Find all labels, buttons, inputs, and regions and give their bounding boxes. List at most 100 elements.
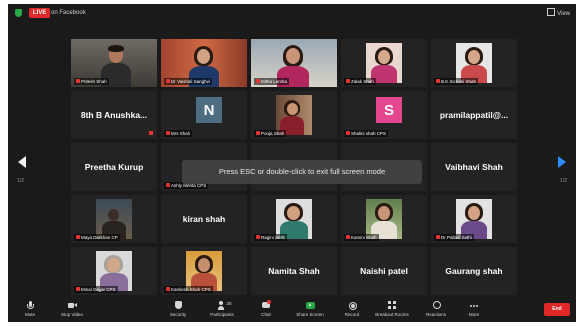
muted-mic-icon <box>346 79 350 83</box>
more-dots-icon <box>469 301 479 310</box>
muted-mic-icon <box>76 287 80 291</box>
participant-name: Dr Pallavi Sethi <box>434 234 474 241</box>
participant-tile[interactable]: B.K.Sichani Shah <box>431 39 517 87</box>
muted-mic-icon <box>436 235 440 239</box>
video-feed <box>366 43 402 83</box>
muted-mic-icon <box>256 131 260 135</box>
participant-name: Naishi patel <box>360 266 408 276</box>
participant-tile[interactable]: 8th B Anushka... <box>71 91 157 139</box>
muted-mic-icon <box>256 235 260 239</box>
meeting-toolbar: Mute Stop Video Security 28 Participants <box>8 298 576 322</box>
participant-tile[interactable]: Dr Pallavi Sethi <box>431 195 517 243</box>
fullscreen-toast: Press ESC or double-click to exit full s… <box>182 160 422 184</box>
participant-name: 8th B Anushka... <box>80 110 148 120</box>
video-feed <box>456 199 492 239</box>
muted-mic-icon <box>436 79 440 83</box>
participant-name: Kamini Shah <box>344 234 379 241</box>
record-icon <box>348 301 357 310</box>
participant-name: Shalini shah CPS <box>344 130 389 137</box>
share-screen-icon <box>305 301 315 310</box>
chat-button[interactable]: Chat <box>246 300 286 317</box>
security-shield-icon[interactable] <box>15 9 22 17</box>
muted-mic-icon <box>346 131 350 135</box>
participants-icon: 28 <box>217 301 232 310</box>
view-button[interactable]: View <box>547 8 570 19</box>
mute-button[interactable]: Mute <box>10 300 50 317</box>
microphone-icon <box>26 301 35 310</box>
breakout-rooms-icon <box>387 301 397 310</box>
live-target-dropdown[interactable]: on Facebook <box>51 8 86 18</box>
participant-tile[interactable]: Ragini Sethi <box>251 195 337 243</box>
participant-name: kiran shah <box>182 214 226 224</box>
video-camera-icon <box>67 301 77 310</box>
previous-page-arrow-icon[interactable] <box>18 156 26 168</box>
video-feed <box>366 199 402 239</box>
page-indicator: 1/2 <box>17 178 24 184</box>
end-meeting-button[interactable]: End <box>544 303 570 316</box>
page-indicator: 1/2 <box>560 178 567 184</box>
participant-name: Mrs Shah <box>164 130 193 137</box>
participant-tile[interactable]: Kamlesh Shah CPS <box>161 247 247 295</box>
video-feed <box>456 43 492 83</box>
live-badge[interactable]: LIVE <box>29 8 51 18</box>
participant-tile[interactable]: Minal Gajjar CPS <box>71 247 157 295</box>
participant-name: Namita Shah <box>268 266 320 276</box>
video-feed <box>96 251 132 291</box>
muted-mic-icon <box>76 235 80 239</box>
video-feed <box>186 251 222 291</box>
participant-name: Gaurang shah <box>445 266 503 276</box>
participant-name: Pritesh Shah <box>74 78 109 85</box>
muted-mic-icon <box>166 183 170 187</box>
participant-tile[interactable]: Zalak Shah <box>341 39 427 87</box>
participant-name: Dr Vaishali Sanghvi <box>164 78 212 85</box>
muted-mic-icon <box>256 79 260 83</box>
participant-tile[interactable]: Namita Shah <box>251 247 337 295</box>
participant-tile[interactable]: Vaibhavi Shah <box>431 143 517 191</box>
participant-name: Minal Gajjar CPS <box>74 286 118 293</box>
stop-video-button[interactable]: Stop Video <box>52 300 92 317</box>
muted-mic-icon <box>76 79 80 83</box>
participant-tile[interactable]: Dr Vaishali Sanghvi <box>161 39 247 87</box>
muted-mic-icon <box>346 235 350 239</box>
participant-tile[interactable]: kiran shah <box>161 195 247 243</box>
next-page-arrow-icon[interactable] <box>558 156 566 168</box>
participant-tile[interactable]: Maya Darkhan CP <box>71 195 157 243</box>
participant-tile[interactable]: Pritesh Shah <box>71 39 157 87</box>
video-feed <box>276 95 312 135</box>
video-feed <box>276 199 312 239</box>
participant-tile[interactable]: pramilappatil@... <box>431 91 517 139</box>
muted-mic-icon <box>166 79 170 83</box>
participant-name: B.K.Sichani Shah <box>434 78 479 85</box>
avatar: S <box>376 97 402 123</box>
participant-tile[interactable]: Preetha Kurup <box>71 143 157 191</box>
participant-name: Mitha Lamba <box>254 78 290 85</box>
security-button[interactable]: Security <box>158 300 198 317</box>
share-screen-button[interactable]: Share Screen <box>290 300 330 317</box>
avatar: N <box>196 97 222 123</box>
video-feed <box>96 199 132 239</box>
participant-name: Ragini Sethi <box>254 234 288 241</box>
participant-name: Maya Darkhan CP <box>74 234 120 241</box>
participant-tile[interactable]: Mitha Lamba <box>251 39 337 87</box>
participant-tile[interactable]: N Mrs Shah <box>161 91 247 139</box>
participants-count: 28 <box>226 301 232 306</box>
participant-name: Preetha Kurup <box>84 162 144 172</box>
participant-name: Kamlesh Shah CPS <box>164 286 213 293</box>
participant-tile[interactable]: S Shalini shah CPS <box>341 91 427 139</box>
more-button[interactable]: More <box>454 300 494 317</box>
participant-name: Zalak Shah <box>344 78 376 85</box>
breakout-rooms-button[interactable]: Breakout Rooms <box>372 300 412 317</box>
chat-bubble-icon <box>261 300 271 310</box>
view-label: View <box>557 11 570 17</box>
participant-name: Pooja Shah <box>254 130 287 137</box>
muted-mic-icon <box>149 131 153 135</box>
grid-icon <box>547 8 556 16</box>
participant-tile[interactable]: Gaurang shah <box>431 247 517 295</box>
participant-tile[interactable]: Pooja Shah <box>251 91 337 139</box>
participant-tile[interactable]: Naishi patel <box>341 247 427 295</box>
top-bar: LIVE on Facebook View <box>8 4 576 22</box>
reactions-button[interactable]: Reactions <box>416 300 456 317</box>
participant-tile[interactable]: Kamini Shah <box>341 195 427 243</box>
participants-button[interactable]: 28 Participants <box>202 300 242 317</box>
record-button[interactable]: Record <box>332 300 372 317</box>
